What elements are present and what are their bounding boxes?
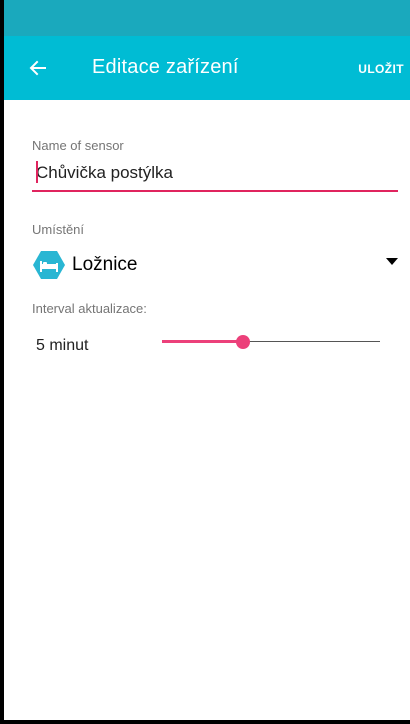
slider-fill — [162, 340, 243, 343]
page-title: Editace zařízení — [92, 56, 239, 78]
location-selected: Ložnice — [72, 254, 138, 275]
status-bar — [4, 0, 410, 36]
sensor-name-input[interactable] — [32, 156, 398, 192]
interval-label: Interval aktualizace: — [32, 301, 147, 316]
back-button[interactable] — [22, 52, 54, 84]
arrow-left-icon — [29, 60, 46, 76]
app-bar: Editace zařízení ULOŽIT — [4, 36, 410, 100]
text-cursor — [36, 161, 38, 183]
dropdown-arrow-icon — [386, 258, 398, 265]
interval-slider[interactable] — [162, 332, 380, 352]
bed-hexagon-icon — [33, 251, 65, 279]
save-button[interactable]: ULOŽIT — [358, 62, 404, 76]
location-label: Umístění — [32, 222, 85, 237]
location-dropdown[interactable]: Ložnice — [28, 246, 400, 286]
slider-thumb[interactable] — [235, 335, 250, 349]
sensor-name-label: Name of sensor — [32, 138, 124, 153]
interval-value: 5 minut — [36, 337, 89, 354]
device-edit-screen: Editace zařízení ULOŽIT Name of sensor U… — [0, 0, 410, 724]
